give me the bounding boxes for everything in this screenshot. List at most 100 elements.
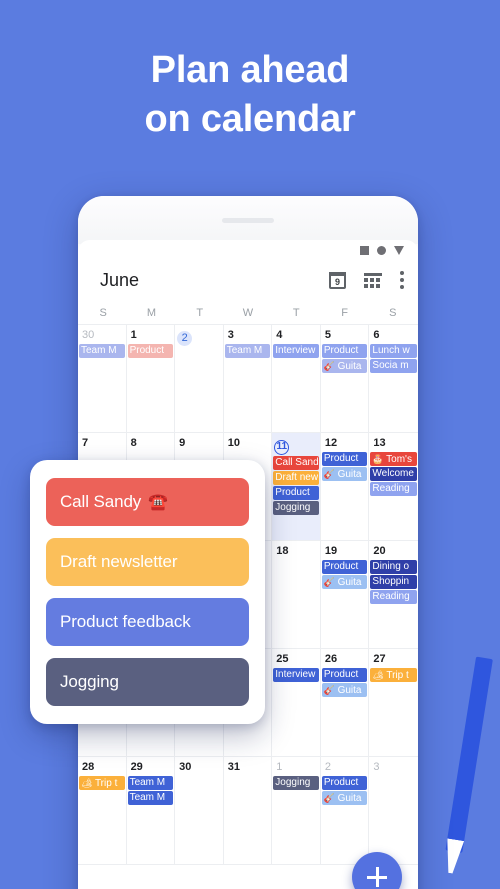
calendar-day-cell[interactable]: 25 Interview — [272, 649, 321, 756]
weekday-label: S — [99, 307, 107, 319]
event-emoji-icon: 🏕 — [372, 670, 387, 680]
calendar-day-cell[interactable]: 13 🎂 Tom's Welcome Reading — [369, 433, 418, 540]
calendar-day-cell[interactable]: 28 🏕 Trip t — [78, 757, 127, 864]
day-number: 30 — [179, 761, 192, 773]
overflow-menu-button[interactable] — [400, 271, 404, 289]
square-icon — [360, 245, 369, 255]
event-label: Product — [323, 453, 359, 464]
calendar-day-cell[interactable]: 3 Team M — [224, 325, 273, 432]
calendar-day-cell[interactable]: 30 Team M — [78, 325, 127, 432]
day-number: 4 — [276, 329, 283, 341]
day-number: 29 — [130, 761, 143, 773]
calendar-day-cell[interactable]: 4 Interview — [272, 325, 321, 432]
weekday-label: S — [389, 307, 397, 319]
calendar-event-chip[interactable]: 🎸 Guita — [321, 683, 368, 697]
event-emoji-icon: 🏕 — [81, 778, 95, 788]
calendar-day-cell[interactable]: 1 Jogging — [272, 757, 321, 864]
calendar-day-cell[interactable]: 12 Product 🎸 Guita — [321, 433, 370, 540]
calendar-day-cell[interactable]: 31 — [224, 757, 273, 864]
task-label: Jogging — [60, 672, 119, 691]
event-label: Welcome — [372, 468, 414, 479]
pen-decoration — [435, 656, 498, 889]
month-grid-button[interactable] — [364, 272, 382, 288]
calendar-event-chip[interactable]: 🎸 Guita — [321, 791, 368, 805]
event-label: Call Sand — [275, 457, 319, 468]
day-number: 27 — [373, 653, 386, 665]
calendar-event-chip[interactable]: Reading — [370, 590, 417, 604]
day-number: 20 — [373, 545, 386, 557]
calendar-event-chip[interactable]: 🎂 Tom's — [370, 452, 417, 466]
event-label: Lunch w — [372, 345, 410, 356]
task-label: Draft newsletter — [60, 552, 178, 571]
day-number: 2 — [324, 761, 331, 773]
calendar-event-chip[interactable]: Product — [273, 486, 319, 500]
calendar-week-row: 30 Team M 1 Product 2 3 Team M 4 Interview 5 Produ… — [78, 325, 418, 433]
calendar-event-chip[interactable]: 🏕 Trip t — [79, 776, 125, 790]
calendar-event-chip[interactable]: Interview — [273, 344, 319, 358]
task-item[interactable]: Jogging — [46, 658, 249, 706]
calendar-event-chip[interactable]: 🏕 Trip t — [370, 668, 417, 682]
calendar-day-cell[interactable]: 20 Dining o Shoppin Reading — [369, 541, 418, 648]
calendar-event-chip[interactable]: Team M — [127, 791, 174, 805]
event-label: Guita — [337, 793, 362, 804]
event-label: Product — [129, 345, 165, 356]
calendar-event-chip[interactable]: Product — [321, 344, 368, 358]
calendar-today-button[interactable]: 9 — [329, 271, 346, 289]
calendar-event-chip[interactable]: Product — [321, 452, 368, 466]
pen-body — [445, 656, 493, 853]
calendar-day-cell[interactable]: 2 — [175, 325, 224, 432]
event-label: Guita — [337, 469, 362, 480]
calendar-event-chip[interactable]: Call Sand — [273, 456, 319, 470]
calendar-day-cell[interactable]: 30 — [175, 757, 224, 864]
day-number: 10 — [227, 437, 240, 449]
event-emoji-icon: 🎸 — [323, 793, 338, 803]
promo-screenshot: Plan ahead on calendar June 9 S M T W T … — [0, 0, 500, 889]
event-label: Team M — [129, 777, 166, 788]
calendar-day-cell[interactable]: 5 Product 🎸 Guita — [321, 325, 370, 432]
task-list-card: Call Sandy ☎️ Draft newsletter Product feed… — [30, 460, 265, 724]
calendar-event-chip[interactable]: Jogging — [273, 501, 319, 515]
calendar-event-chip[interactable]: Team M — [224, 344, 271, 358]
calendar-day-cell[interactable]: 18 — [272, 541, 321, 648]
event-label: Interview — [275, 345, 316, 356]
calendar-event-chip[interactable]: Socia m — [370, 359, 417, 373]
event-label: Team M — [129, 792, 166, 803]
calendar-event-chip[interactable]: Welcome — [370, 467, 417, 481]
calendar-event-chip[interactable]: Product — [127, 344, 174, 358]
calendar-day-cell[interactable]: 19 Product 🎸 Guita — [321, 541, 370, 648]
calendar-event-chip[interactable]: Team M — [127, 776, 174, 790]
calendar-event-chip[interactable]: Interview — [273, 668, 319, 682]
calendar-event-chip[interactable]: 🎸 Guita — [321, 575, 368, 589]
day-number: 30 — [82, 329, 95, 341]
calendar-day-cell[interactable]: 11 Call Sand Draft new Product Jogging — [272, 433, 321, 540]
calendar-day-cell[interactable]: 6 Lunch w Socia m — [369, 325, 418, 432]
calendar-event-chip[interactable]: Shoppin — [370, 575, 417, 589]
day-number: 1 — [276, 761, 283, 773]
task-item[interactable]: Call Sandy ☎️ — [46, 478, 249, 526]
calendar-event-chip[interactable]: Lunch w — [370, 344, 417, 358]
calendar-day-cell[interactable]: 26 Product 🎸 Guita — [321, 649, 370, 756]
day-number: 2 — [177, 331, 193, 346]
calendar-event-chip[interactable]: Draft new — [273, 471, 319, 485]
event-label: Guita — [337, 577, 362, 588]
calendar-event-chip[interactable]: Reading — [370, 482, 417, 496]
calendar-event-chip[interactable]: Product — [321, 560, 368, 574]
calendar-event-chip[interactable]: Jogging — [273, 776, 319, 790]
event-label: Team M — [81, 345, 117, 356]
day-number: 26 — [324, 653, 338, 665]
task-item[interactable]: Draft newsletter — [46, 538, 249, 586]
calendar-day-cell[interactable]: 3 — [369, 757, 418, 864]
calendar-event-chip[interactable]: Product — [321, 668, 368, 682]
calendar-event-chip[interactable]: 🎸 Guita — [321, 359, 368, 373]
calendar-day-cell[interactable]: 29 Team M Team M — [127, 757, 176, 864]
calendar-event-chip[interactable]: Dining o — [370, 560, 417, 574]
event-label: Product — [323, 777, 359, 788]
calendar-day-cell[interactable]: 1 Product — [127, 325, 176, 432]
task-item[interactable]: Product feedback — [46, 598, 249, 646]
calendar-day-cell[interactable]: 2 Product 🎸 Guita — [321, 757, 370, 864]
calendar-event-chip[interactable]: 🎸 Guita — [321, 467, 368, 481]
calendar-event-chip[interactable]: Team M — [79, 344, 125, 358]
event-emoji-icon: 🎸 — [323, 685, 338, 695]
calendar-event-chip[interactable]: Product — [321, 776, 368, 790]
calendar-day-cell[interactable]: 27 🏕 Trip t — [369, 649, 418, 756]
